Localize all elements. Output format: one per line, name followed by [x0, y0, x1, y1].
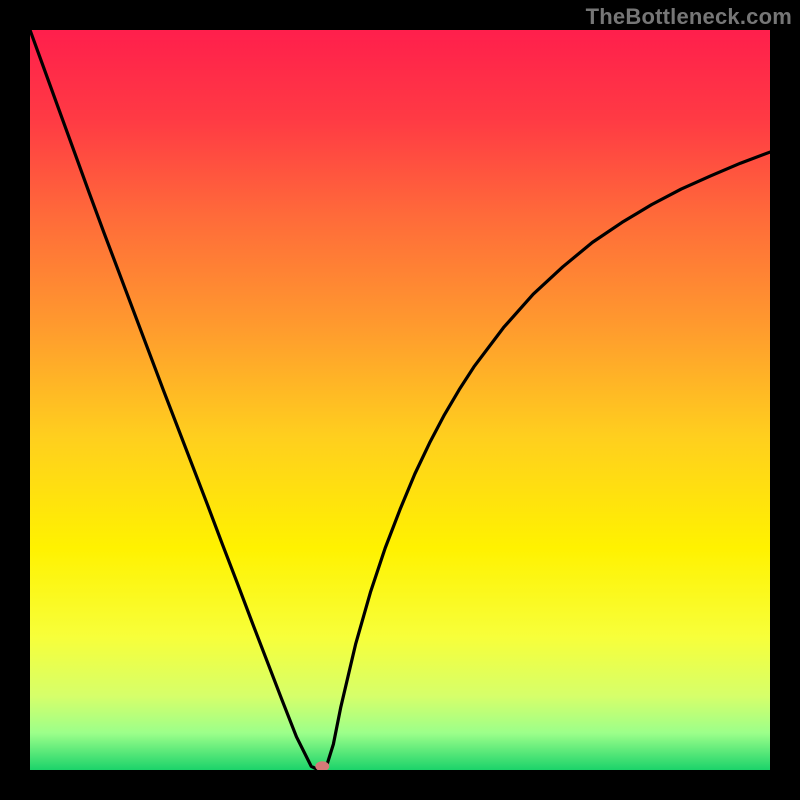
watermark-text: TheBottleneck.com	[586, 4, 792, 30]
chart-frame: TheBottleneck.com	[0, 0, 800, 800]
gradient-background	[30, 30, 770, 770]
plot-area	[30, 30, 770, 770]
chart-svg	[30, 30, 770, 770]
